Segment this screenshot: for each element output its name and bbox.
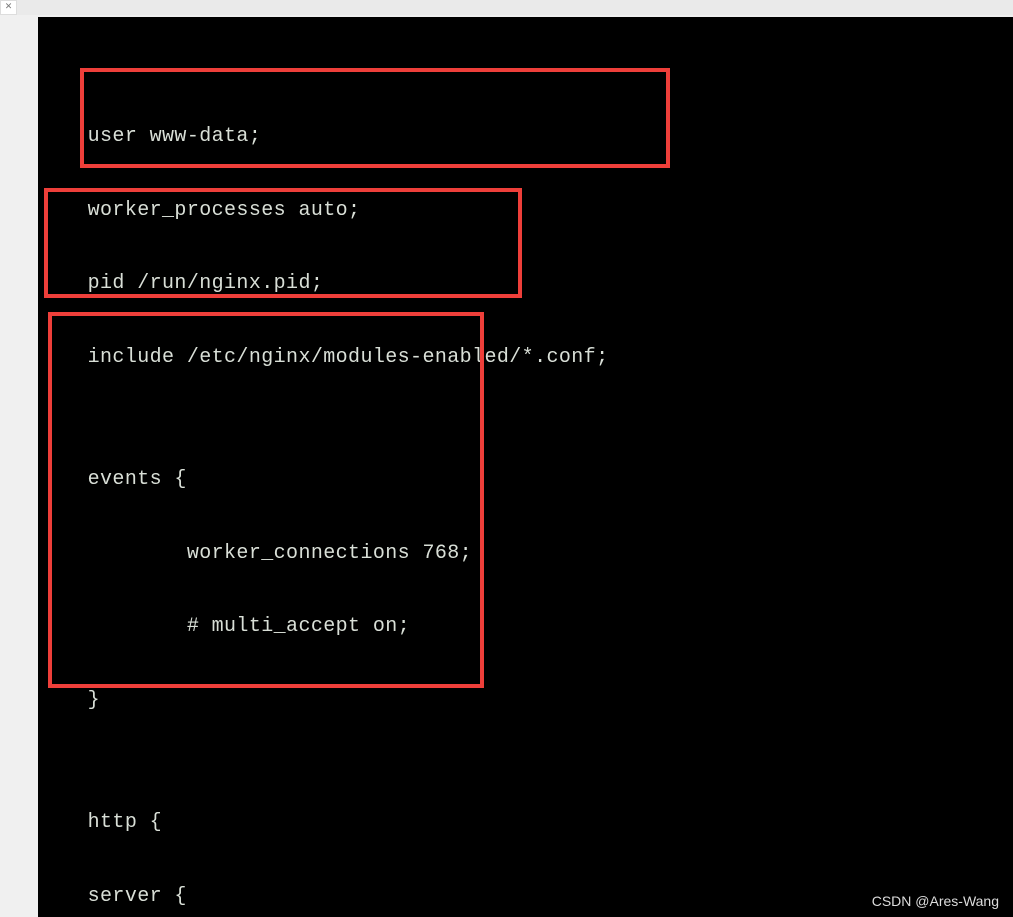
code-line: events {	[38, 468, 1013, 493]
code-line: user www-data;	[38, 125, 1013, 150]
code-line: worker_connections 768;	[38, 542, 1013, 567]
highlight-box-1	[80, 68, 670, 168]
terminal-view: user www-data; worker_processes auto; pi…	[38, 17, 1013, 917]
title-strip: ✕	[0, 0, 1013, 15]
code-line: worker_processes auto;	[38, 199, 1013, 224]
code-line: # multi_accept on;	[38, 615, 1013, 640]
code-line: include /etc/nginx/modules-enabled/*.con…	[38, 346, 1013, 371]
watermark: CSDN @Ares-Wang	[872, 893, 999, 909]
code-line: http {	[38, 811, 1013, 836]
code-line: server {	[38, 885, 1013, 910]
code-line: pid /run/nginx.pid;	[38, 272, 1013, 297]
close-button[interactable]: ✕	[0, 0, 17, 15]
code-line: }	[38, 689, 1013, 714]
terminal-content: user www-data; worker_processes auto; pi…	[38, 66, 1013, 917]
